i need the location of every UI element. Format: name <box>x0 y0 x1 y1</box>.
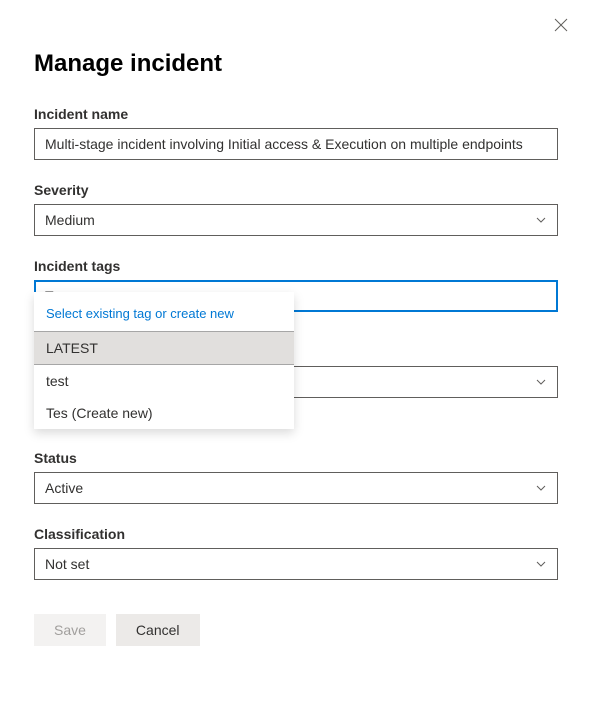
close-icon[interactable] <box>554 18 570 34</box>
classification-label: Classification <box>34 526 558 542</box>
status-value: Active <box>45 480 83 496</box>
incident-tags-label: Incident tags <box>34 258 558 274</box>
tags-dropdown-item[interactable]: Tes (Create new) <box>34 397 294 429</box>
classification-select[interactable]: Not set <box>34 548 558 580</box>
tags-dropdown-item[interactable]: LATEST <box>34 331 294 365</box>
save-button[interactable]: Save <box>34 614 106 646</box>
tags-dropdown-header: Select existing tag or create new <box>34 292 294 331</box>
tags-dropdown: Select existing tag or create new LATEST… <box>34 292 294 429</box>
chevron-down-icon <box>535 214 547 226</box>
page-title: Manage incident <box>34 50 558 78</box>
chevron-down-icon <box>535 482 547 494</box>
incident-name-input[interactable] <box>34 128 558 160</box>
cancel-button[interactable]: Cancel <box>116 614 200 646</box>
status-label: Status <box>34 450 558 466</box>
incident-name-group: Incident name <box>34 106 558 160</box>
severity-label: Severity <box>34 182 558 198</box>
severity-value: Medium <box>45 212 95 228</box>
chevron-down-icon <box>535 376 547 388</box>
button-row: Save Cancel <box>34 614 558 646</box>
classification-value: Not set <box>45 556 89 572</box>
status-group: Status Active <box>34 450 558 504</box>
severity-group: Severity Medium <box>34 182 558 236</box>
incident-tags-group: Incident tags Select existing tag or cre… <box>34 258 558 312</box>
tags-dropdown-item[interactable]: test <box>34 365 294 397</box>
severity-select[interactable]: Medium <box>34 204 558 236</box>
classification-group: Classification Not set <box>34 526 558 580</box>
status-select[interactable]: Active <box>34 472 558 504</box>
incident-name-label: Incident name <box>34 106 558 122</box>
chevron-down-icon <box>535 558 547 570</box>
